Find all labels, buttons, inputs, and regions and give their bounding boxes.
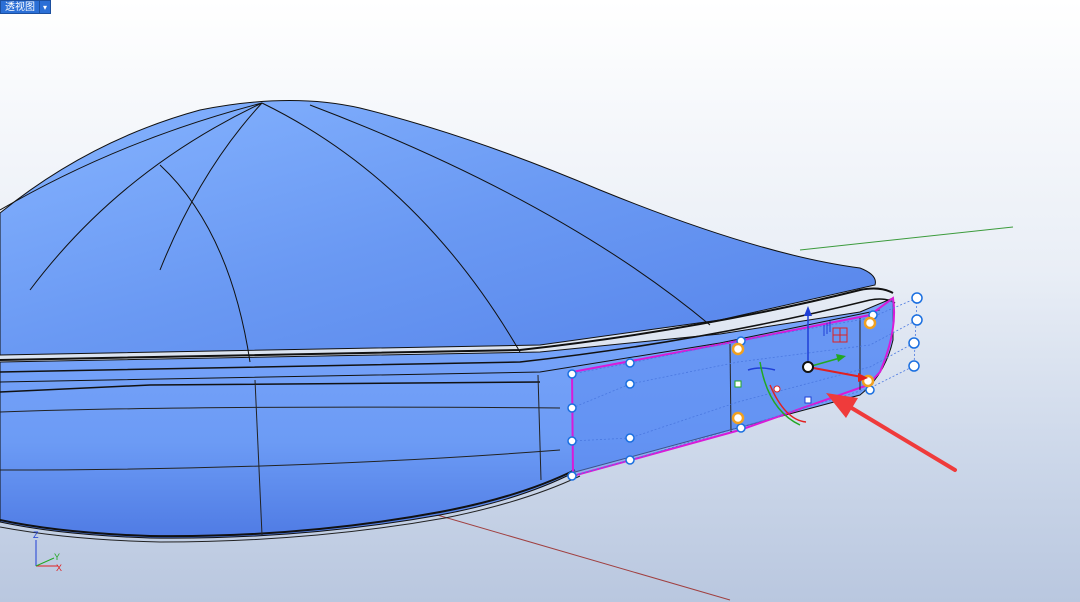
viewport-tab[interactable]: 透视图 ▾ (0, 0, 51, 14)
axis-y-label: Y (54, 552, 60, 562)
selected-control-point[interactable] (863, 316, 877, 330)
gumball-center[interactable] (802, 361, 814, 373)
world-x-axis-line (419, 509, 731, 601)
viewport-scene[interactable]: Z Y X (0, 0, 1080, 602)
control-point[interactable] (911, 292, 923, 304)
control-point[interactable] (736, 423, 746, 433)
gumball-scale-z[interactable] (804, 396, 812, 404)
control-point[interactable] (567, 403, 577, 413)
perspective-viewport[interactable]: 透视图 ▾ Z Y X (0, 0, 1080, 602)
gumball-scale-y[interactable] (734, 380, 742, 388)
axis-triad: Z Y X (33, 530, 62, 573)
axis-z-label: Z (33, 530, 39, 540)
control-point[interactable] (865, 385, 875, 395)
selected-control-point[interactable] (731, 411, 745, 425)
chevron-down-icon[interactable]: ▾ (39, 0, 51, 14)
control-point[interactable] (567, 471, 577, 481)
control-point[interactable] (625, 379, 635, 389)
selected-control-point[interactable] (731, 342, 745, 356)
gumball-scale-x[interactable] (773, 385, 781, 393)
control-point[interactable] (567, 369, 577, 379)
gumball-z-arrow[interactable] (804, 306, 812, 316)
control-point[interactable] (625, 433, 635, 443)
control-point[interactable] (911, 314, 923, 326)
control-point[interactable] (908, 337, 920, 349)
viewport-title[interactable]: 透视图 (0, 0, 39, 14)
control-point[interactable] (908, 360, 920, 372)
annotation-arrow (826, 393, 957, 472)
control-point[interactable] (567, 436, 577, 446)
control-point[interactable] (625, 358, 635, 368)
world-y-axis-line (799, 226, 1014, 251)
axis-x-label: X (56, 563, 62, 573)
control-point[interactable] (625, 455, 635, 465)
